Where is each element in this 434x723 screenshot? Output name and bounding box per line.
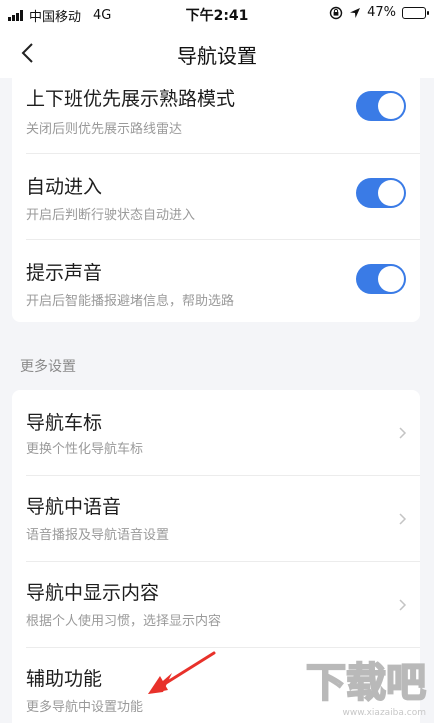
watermark-url: www.xiazaiba.com [342,708,426,718]
setting-row-familiar-route: 上下班优先展示熟路模式 关闭后则优先展示路线雷达 [12,78,420,154]
toggle-settings-card: 上下班优先展示熟路模式 关闭后则优先展示路线雷达 自动进入 开启后判断行驶状态自… [12,78,420,322]
status-bar: 中国移动 4G 下午2:41 47% [0,0,434,28]
section-label-more: 更多设置 [20,359,76,375]
chevron-right-icon [399,599,407,611]
list-item-voice[interactable]: 导航中语音 语音播报及导航语音设置 [12,476,420,562]
item-subtitle: 根据个人使用习惯，选择显示内容 [26,614,222,629]
setting-title: 上下班优先展示熟路模式 [26,88,236,110]
toggle-auto-enter[interactable] [356,178,406,208]
item-title: 导航中语音 [26,496,122,518]
list-item-car-icon[interactable]: 导航车标 更换个性化导航车标 [12,390,420,476]
setting-row-auto-enter: 自动进入 开启后判断行驶状态自动进入 [12,154,420,240]
toggle-sound[interactable] [356,264,406,294]
setting-row-sound: 提示声音 开启后智能播报避堵信息，帮助选路 [12,240,420,322]
page-title: 导航设置 [177,44,257,68]
toggle-familiar-route[interactable] [356,91,406,121]
status-right: 47% [329,5,429,20]
item-title: 导航车标 [26,412,103,434]
chevron-right-icon [399,513,407,525]
toggle-knob [378,93,404,119]
setting-title: 提示声音 [26,262,103,284]
toggle-knob [378,266,404,292]
item-title: 辅助功能 [26,668,103,690]
toggle-knob [378,180,404,206]
battery-percent: 47% [367,5,396,20]
setting-subtitle: 关闭后则优先展示路线雷达 [26,122,183,137]
setting-subtitle: 开启后判断行驶状态自动进入 [26,208,196,223]
battery-icon [402,6,429,19]
list-item-display-content[interactable]: 导航中显示内容 根据个人使用习惯，选择显示内容 [12,562,420,648]
lock-rotation-icon [329,6,343,19]
item-subtitle: 更多导航中设置功能 [26,700,144,715]
item-title: 导航中显示内容 [26,582,160,604]
item-subtitle: 更换个性化导航车标 [26,442,144,457]
setting-title: 自动进入 [26,176,103,198]
location-icon [350,7,361,18]
more-settings-card: 导航车标 更换个性化导航车标 导航中语音 语音播报及导航语音设置 导航中显示内容… [12,390,420,723]
item-subtitle: 语音播报及导航语音设置 [26,528,170,543]
nav-bar: 导航设置 [0,28,434,78]
setting-subtitle: 开启后智能播报避堵信息，帮助选路 [26,294,235,309]
chevron-right-icon [399,427,407,439]
